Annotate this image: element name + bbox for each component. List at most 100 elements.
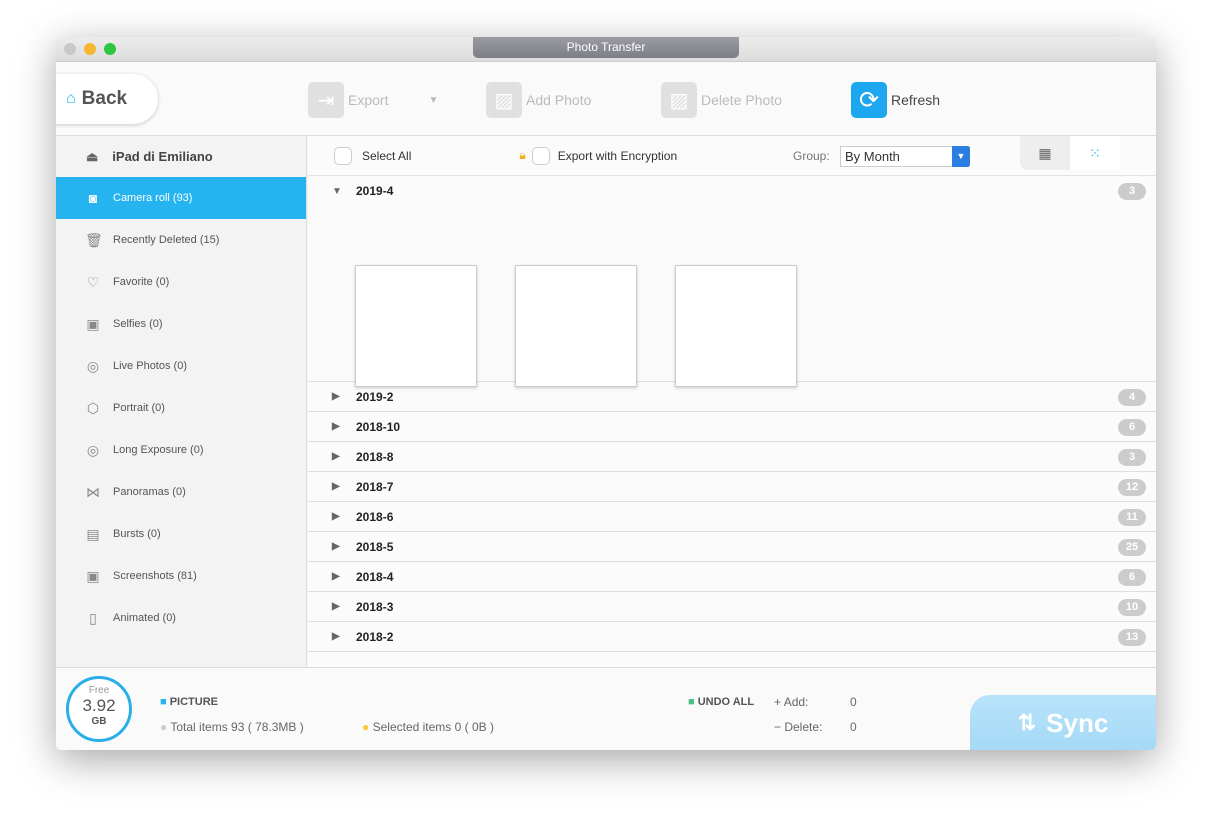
photo-list: Select All 🔒︎ Export with Encryption Gro…	[308, 136, 1156, 667]
expand-triangle-icon[interactable]: ▶	[332, 451, 348, 462]
collapse-triangle-icon[interactable]: ▼	[332, 186, 348, 197]
free-space-gauge: Free 3.92 GB	[66, 676, 132, 742]
group-count-badge: 12	[1118, 479, 1146, 496]
sidebar: ⏏ iPad di Emiliano ◙ Camera roll (93) 🗑 Rece…	[56, 136, 307, 667]
group-select[interactable]: By Month ▼	[840, 146, 970, 167]
group-row[interactable]: ▶ 2018-5 25	[308, 532, 1156, 562]
delete-value: 0	[850, 720, 857, 734]
group-row[interactable]: ▶ 2018-8 3	[308, 442, 1156, 472]
group-name: 2019-2	[356, 389, 394, 404]
group-row[interactable]: ▶ 2018-2 13	[308, 622, 1156, 652]
export-icon: ⇥	[308, 82, 344, 118]
group-count-badge: 6	[1118, 419, 1146, 436]
group-count-badge: 3	[1118, 183, 1146, 200]
free-unit: GB	[91, 716, 107, 727]
group-name: 2018-3	[356, 599, 394, 614]
sidebar-item[interactable]: 🗑 Recently Deleted (15)	[56, 219, 306, 261]
group-name: 2019-4	[356, 184, 394, 198]
sidebar-item[interactable]: ▣ Selfies (0)	[56, 303, 306, 345]
zoom-button[interactable]	[104, 43, 116, 55]
free-value: 3.92	[82, 696, 116, 715]
sidebar-item[interactable]: ⬡ Portrait (0)	[56, 387, 306, 429]
sidebar-item-label: Portrait (0)	[113, 402, 165, 414]
sidebar-item-label: Animated (0)	[113, 612, 176, 624]
sidebar-item[interactable]: ◎ Long Exposure (0)	[56, 429, 306, 471]
app-window: Photo Transfer ⌂ Back ⇥ Export ▼ ▨ Add Photo…	[56, 37, 1156, 750]
sidebar-item[interactable]: ♡ Favorite (0)	[56, 261, 306, 303]
footer: Free 3.92 GB ■ PICTURE ● Total items 93 …	[56, 667, 1156, 750]
delete-photo-label: Delete Photo	[701, 92, 782, 108]
delete-photo-button[interactable]: ▨ Delete Photo	[661, 82, 782, 118]
toolbar: ⌂ Back ⇥ Export ▼ ▨ Add Photo ▨ Delete Photo …	[56, 62, 1156, 136]
sidebar-item[interactable]: ▣ Screenshots (81)	[56, 555, 306, 597]
group-row[interactable]: ▶ 2019-2 4	[308, 382, 1156, 412]
group-row[interactable]: ▶ 2018-4 6	[308, 562, 1156, 592]
group-value: By Month	[845, 149, 900, 164]
group-count-badge: 25	[1118, 539, 1146, 556]
sync-button[interactable]: ⇅ Sync	[970, 695, 1156, 750]
minimize-button[interactable]	[84, 43, 96, 55]
add-photo-button[interactable]: ▨ Add Photo	[486, 82, 591, 118]
sync-icon: ⇅	[1017, 710, 1037, 735]
sidebar-item[interactable]: ⋈ Panoramas (0)	[56, 471, 306, 513]
expand-triangle-icon[interactable]: ▶	[332, 421, 348, 432]
refresh-button[interactable]: ⟳ Refresh	[851, 82, 940, 118]
expand-triangle-icon[interactable]: ▶	[332, 631, 348, 642]
window-title: Photo Transfer	[473, 37, 739, 58]
selfie-icon: ▣	[86, 315, 100, 332]
group-name: 2018-8	[356, 449, 394, 464]
expand-triangle-icon[interactable]: ▶	[332, 481, 348, 492]
group-row[interactable]: ▶ 2018-10 6	[308, 412, 1156, 442]
back-label: Back	[81, 88, 128, 109]
title-bar: Photo Transfer	[56, 37, 1156, 62]
refresh-icon: ⟳	[851, 82, 887, 118]
add-photo-icon: ▨	[486, 82, 522, 118]
add-photo-label: Add Photo	[526, 92, 592, 108]
photo-thumbnail[interactable]	[515, 265, 637, 387]
export-dropdown-icon[interactable]: ▼	[428, 95, 438, 106]
sidebar-item[interactable]: ◙ Camera roll (93)	[56, 177, 306, 219]
export-button[interactable]: ⇥ Export ▼	[308, 82, 438, 118]
grid-large-icon[interactable]: ▦	[1020, 136, 1070, 170]
sidebar-item-label: Panoramas (0)	[113, 486, 186, 498]
group-name: 2018-6	[356, 509, 394, 524]
expand-triangle-icon[interactable]: ▶	[332, 511, 348, 522]
delete-label: Delete:	[784, 720, 823, 734]
group-name: 2018-7	[356, 479, 394, 494]
sidebar-item[interactable]: ▤ Bursts (0)	[56, 513, 306, 555]
export-encryption-label: Export with Encryption	[557, 148, 678, 163]
eject-icon[interactable]: ⏏	[86, 149, 98, 165]
back-button[interactable]: ⌂ Back	[56, 74, 158, 124]
select-all-checkbox[interactable]	[334, 146, 352, 165]
panorama-icon: ⋈	[86, 483, 100, 500]
sidebar-item[interactable]: ▯ Animated (0)	[56, 597, 306, 639]
delete-photo-icon: ▨	[661, 82, 697, 118]
group-row[interactable]: ▶ 2018-3 10	[308, 592, 1156, 622]
export-encryption-checkbox[interactable]	[531, 146, 550, 165]
expand-triangle-icon[interactable]: ▶	[332, 601, 348, 612]
add-value: 0	[850, 695, 857, 709]
view-toggle: ▦ ⁙	[1020, 136, 1120, 170]
device-header[interactable]: ⏏ iPad di Emiliano	[56, 136, 306, 177]
group-label: Group:	[793, 148, 830, 163]
photo-thumbnail[interactable]	[355, 265, 477, 387]
group-header[interactable]: ▼ 2019-4 3	[308, 176, 1156, 206]
group-row[interactable]: ▶ 2018-6 11	[308, 502, 1156, 532]
expand-triangle-icon[interactable]: ▶	[332, 571, 348, 582]
grid-small-icon[interactable]: ⁙	[1070, 136, 1120, 170]
group-count-badge: 6	[1118, 569, 1146, 586]
group-count-badge: 3	[1118, 449, 1146, 466]
group-row[interactable]: ▶ 2018-7 12	[308, 472, 1156, 502]
photo-thumbnail[interactable]	[675, 265, 797, 387]
long-exposure-icon: ◎	[86, 441, 100, 458]
undo-all-button[interactable]: ■ UNDO ALL	[688, 696, 754, 708]
expand-triangle-icon[interactable]: ▶	[332, 391, 348, 402]
group-name: 2018-2	[356, 629, 394, 644]
expand-triangle-icon[interactable]: ▶	[332, 541, 348, 552]
group-count-badge: 11	[1118, 509, 1146, 526]
live-photo-icon: ◎	[86, 357, 100, 374]
undo-all-label: UNDO ALL	[697, 696, 755, 708]
add-label: Add:	[783, 695, 809, 709]
close-button[interactable]	[64, 43, 76, 55]
sidebar-item[interactable]: ◎ Live Photos (0)	[56, 345, 306, 387]
